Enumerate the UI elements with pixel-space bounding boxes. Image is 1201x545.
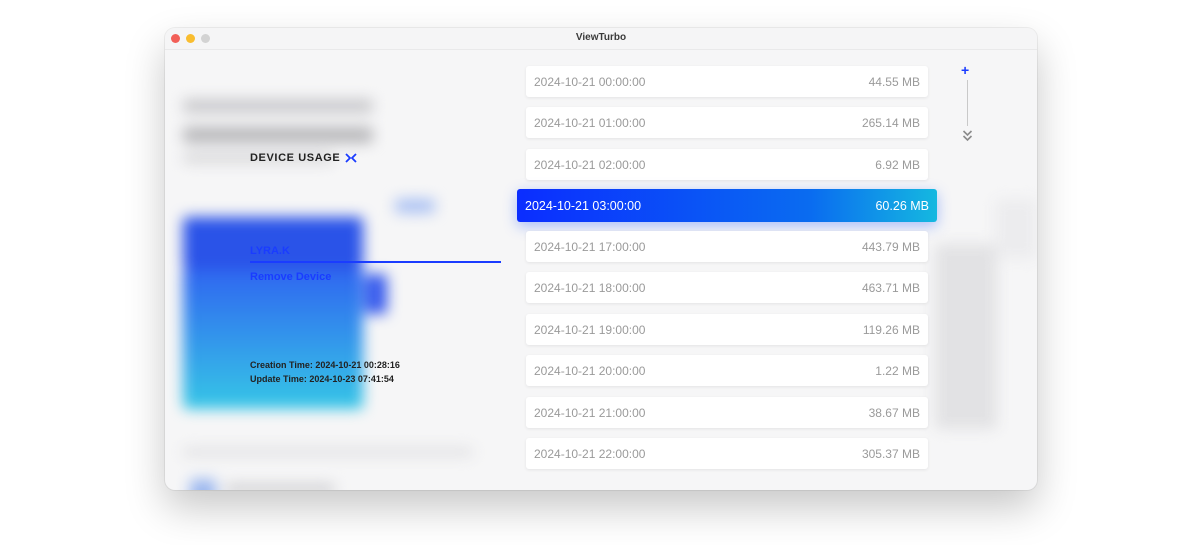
usage-time: 2024-10-21 19:00:00 (534, 322, 646, 337)
usage-row[interactable]: 2024-10-21 19:00:00 119.26 MB (526, 314, 928, 345)
usage-time: 2024-10-21 18:00:00 (534, 280, 646, 295)
device-name: LYRA.K (250, 245, 290, 257)
usage-row[interactable]: 2024-10-21 21:00:00 38.67 MB (526, 397, 928, 428)
window-title: ViewTurbo (575, 32, 627, 43)
usage-size: 265.14 MB (861, 115, 920, 130)
usage-row[interactable]: 2024-10-21 22:00:00 305.37 MB (526, 438, 928, 469)
app-window: ViewTurbo DEVICE USAGE LYRA.K Remove Dev… (165, 28, 1037, 490)
usage-time: 2024-10-21 20:00:00 (534, 363, 646, 378)
double-chevron-down-icon[interactable] (962, 129, 973, 143)
usage-size: 38.67 MB (868, 405, 920, 420)
usage-row[interactable]: 2024-10-21 20:00:00 1.22 MB (526, 355, 928, 386)
usage-time: 2024-10-21 17:00:00 (534, 239, 646, 254)
device-name-underline (250, 261, 501, 263)
usage-size: 6.92 MB (875, 157, 920, 172)
usage-time: 2024-10-21 02:00:00 (534, 157, 646, 172)
title-bar: ViewTurbo (165, 28, 1037, 50)
device-usage-heading: DEVICE USAGE (250, 152, 341, 164)
usage-row[interactable]: 2024-10-21 17:00:00 443.79 MB (526, 231, 928, 262)
usage-time: 2024-10-21 03:00:00 (525, 198, 642, 213)
creation-time: Creation Time: 2024-10-21 00:28:16 (250, 360, 400, 370)
collapse-arrows-icon[interactable] (345, 152, 357, 164)
scroll-track[interactable] (967, 80, 968, 126)
usage-time: 2024-10-21 01:00:00 (534, 115, 646, 130)
usage-time: 2024-10-21 22:00:00 (534, 446, 646, 461)
usage-row[interactable]: 2024-10-21 18:00:00 463.71 MB (526, 272, 928, 303)
usage-time: 2024-10-21 21:00:00 (534, 405, 646, 420)
usage-row-selected[interactable]: 2024-10-21 03:00:00 60.26 MB (517, 189, 937, 222)
usage-size: 463.71 MB (861, 280, 920, 295)
usage-size: 119.26 MB (862, 322, 920, 337)
usage-row[interactable]: 2024-10-21 00:00:00 44.55 MB (526, 66, 928, 97)
usage-row[interactable]: 2024-10-21 01:00:00 265.14 MB (526, 107, 928, 138)
update-time: Update Time: 2024-10-23 07:41:54 (250, 374, 394, 384)
usage-row[interactable]: 2024-10-21 02:00:00 6.92 MB (526, 149, 928, 180)
usage-size: 1.22 MB (875, 363, 920, 378)
usage-size: 305.37 MB (861, 446, 920, 461)
remove-device-button[interactable]: Remove Device (250, 271, 331, 283)
plus-icon[interactable]: + (961, 63, 969, 77)
usage-size: 44.55 MB (868, 74, 920, 89)
usage-size: 60.26 MB (875, 198, 929, 213)
usage-time: 2024-10-21 00:00:00 (534, 74, 646, 89)
usage-size: 443.79 MB (861, 239, 920, 254)
